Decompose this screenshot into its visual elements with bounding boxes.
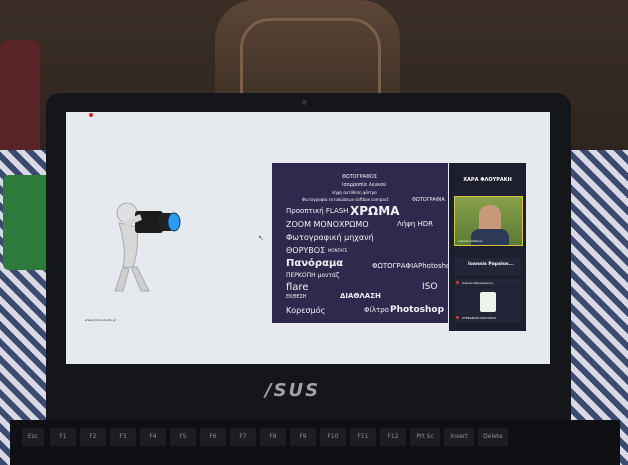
key-f7[interactable]: F7 <box>230 428 256 446</box>
wordcloud-slide: ΦΩΤΟΓΡΑΦΟΣ Ισορροπία λευκού λήψη αντίθεσ… <box>272 163 448 323</box>
wordcloud-word: ZOOM ΜΟΝΟΧΡΩΜΟ <box>286 220 369 229</box>
key-prtsc[interactable]: Prt Sc <box>410 428 440 446</box>
key-f8[interactable]: F8 <box>260 428 286 446</box>
key-f10[interactable]: F10 <box>320 428 346 446</box>
video-call-sidebar: ΧΑΡΑ ΦΛΟΥΡΑΚΗ Ioannis Sofianos Ioannis P… <box>449 163 526 331</box>
wordcloud-word: ΧΡΩΜΑ <box>350 204 400 218</box>
wordcloud-word: Φωτογραφία εντυπώσεων softbox compact <box>302 197 389 202</box>
key-f1[interactable]: F1 <box>50 428 76 446</box>
wordcloud-word: Κορεσμός <box>286 306 326 315</box>
wordcloud-word: Λήψη HDR <box>397 220 434 228</box>
key-insert[interactable]: Insert <box>444 428 474 446</box>
wordcloud-word: Φωτογραφική μηχανή <box>286 233 374 242</box>
key-f4[interactable]: F4 <box>140 428 166 446</box>
wordcloud-word: ΦΩΤΟΓΡΑΦΙΑ <box>412 197 445 203</box>
wordcloud-word: Photoshop <box>418 262 448 270</box>
key-f12[interactable]: F12 <box>380 428 406 446</box>
wordcloud-word: Πανόραμα <box>286 258 344 269</box>
participant-name: Ioannis Papaioannou <box>462 281 494 285</box>
key-f2[interactable]: F2 <box>80 428 106 446</box>
wordcloud-word: Ισορροπία λευκού <box>342 182 387 188</box>
wordcloud-word: ISO <box>422 282 438 292</box>
participant-name: ΣΤΕΦΑΝΟΣ ΚΑΡΑΤΖΙΑΣ <box>462 316 497 320</box>
participant-name: Ioannis Papalos... <box>468 262 514 267</box>
speaker-name: ΧΑΡΑ ΦΛΟΥΡΑΚΗ <box>463 177 512 183</box>
mic-icon <box>456 281 459 284</box>
key-f11[interactable]: F11 <box>350 428 376 446</box>
wordcloud-word: MONTAΓΕ <box>328 248 348 253</box>
participant-tile[interactable]: ΣΤΕΦΑΝΟΣ ΚΑΡΑΤΖΙΑΣ <box>454 288 521 323</box>
wordcloud-word: flare <box>286 282 309 293</box>
wordcloud-word: ΦΩΤΟΓΡΑΦΙΑ <box>372 262 418 270</box>
wordcloud-word: Photoshop <box>390 305 445 315</box>
mic-icon <box>456 316 459 319</box>
wordcloud-word: Φίλτρο <box>364 306 389 314</box>
key-f5[interactable]: F5 <box>170 428 196 446</box>
asus-logo: /SUS <box>265 380 321 401</box>
participant-tile[interactable]: Ioannis Papalos... <box>454 258 521 276</box>
wordcloud-word: λήψη αντίθεση φίλτρο <box>332 190 377 195</box>
key-esc[interactable]: Esc <box>22 428 44 446</box>
slide-url: www.photo-studio.gr <box>85 318 117 322</box>
record-indicator-icon <box>89 113 93 117</box>
video-name-tag: Ioannis Sofianos <box>458 239 483 243</box>
wordcloud-word: ΦΩΤΟΓΡΑΦΟΣ <box>342 174 377 180</box>
wordcloud-word: Προοπτική FLASH <box>286 207 349 215</box>
participant-logo-icon <box>480 292 496 312</box>
wordcloud-word: ΔΙΑΘΛΑΣΗ <box>340 292 381 300</box>
key-f6[interactable]: F6 <box>200 428 226 446</box>
key-f9[interactable]: F9 <box>290 428 316 446</box>
green-box <box>3 175 51 270</box>
wordcloud-word: ΠΕΡΚΟΠΗ μοντάζ <box>286 272 340 279</box>
webcam <box>302 100 307 105</box>
speaker-video[interactable]: Ioannis Sofianos <box>454 196 523 246</box>
chair-carving <box>240 18 381 104</box>
key-f3[interactable]: F3 <box>110 428 136 446</box>
mouse-cursor-icon: ↖ <box>258 234 264 242</box>
participant-tile[interactable]: Ioannis Papaioannou <box>454 279 521 287</box>
photographer-figure-icon <box>114 202 181 292</box>
key-delete[interactable]: Delete <box>478 428 508 446</box>
wordcloud-word: ΘΟΡΥΒΟΣ <box>286 246 326 255</box>
wordcloud-word: ΕΚΘΕΣΗ <box>286 294 307 300</box>
